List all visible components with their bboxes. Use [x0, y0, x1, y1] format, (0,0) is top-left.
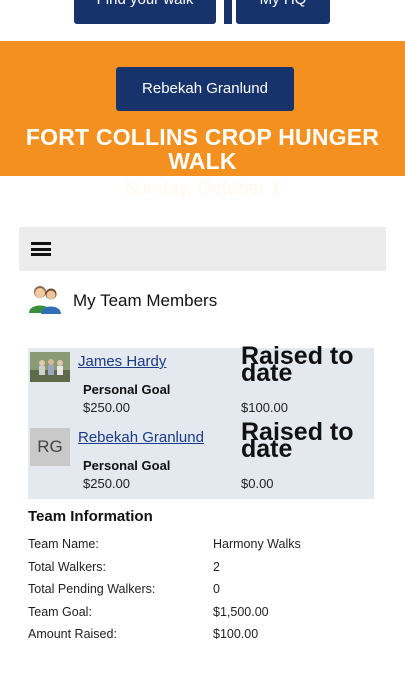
info-label: Total Walkers:: [28, 559, 107, 574]
member-avatar-initials: RG: [30, 428, 70, 466]
team-information-title: Team Information: [28, 508, 153, 525]
info-value: 2: [213, 559, 220, 574]
team-info-row: Total Walkers: 2: [28, 560, 378, 583]
raised-to-date-heading: Raised to date: [241, 418, 354, 463]
info-label: Team Name:: [28, 537, 99, 551]
personal-goal-value: $250.00: [83, 400, 130, 415]
find-your-walk-button[interactable]: Find your walk: [74, 0, 216, 24]
top-nav: Find your walk My HQ: [0, 0, 405, 42]
info-label: Amount Raised:: [28, 627, 117, 641]
team-members-header: My Team Members: [28, 283, 288, 317]
team-information-table: Team Name: Harmony Walks Total Walkers: …: [28, 537, 378, 650]
personal-goal-value: $250.00: [83, 476, 130, 491]
member-name-link[interactable]: Rebekah Granlund: [78, 429, 204, 446]
raised-value: $100.00: [241, 400, 288, 415]
info-label: Team Goal:: [28, 604, 92, 619]
member-card: James Hardy Raised to date Personal Goal…: [28, 342, 374, 422]
section-title: My Team Members: [73, 291, 218, 310]
info-value: Harmony Walks: [213, 537, 301, 551]
nav-separator: [224, 0, 232, 24]
team-members-list: James Hardy Raised to date Personal Goal…: [28, 342, 374, 499]
event-banner: Rebekah Granlund FORT COLLINS CROP HUNGE…: [0, 41, 405, 199]
team-info-row: Amount Raised: $100.00: [28, 627, 378, 650]
menu-bar: [19, 227, 386, 271]
team-info-row: Team Name: Harmony Walks: [28, 537, 378, 560]
my-hq-button[interactable]: My HQ: [236, 0, 330, 24]
raised-to-date-heading: Raised to date: [241, 342, 354, 387]
info-value: $1,500.00: [213, 604, 269, 619]
member-card: RG Rebekah Granlund Raised to date Perso…: [28, 418, 374, 498]
find-your-walk-label: Find your walk: [74, 0, 216, 8]
member-avatar-photo: [30, 352, 70, 382]
user-account-button[interactable]: Rebekah Granlund: [116, 67, 294, 111]
hamburger-menu-icon[interactable]: [31, 242, 51, 256]
raised-value: $0.00: [241, 476, 274, 491]
event-date: Sunday, October 1: [123, 178, 282, 199]
member-name-link[interactable]: James Hardy: [78, 353, 166, 370]
my-hq-label: My HQ: [236, 0, 330, 8]
info-label: Total Pending Walkers:: [28, 582, 156, 596]
team-info-row: Team Goal: $1,500.00: [28, 605, 378, 628]
team-info-row: Total Pending Walkers: 0: [28, 582, 378, 605]
personal-goal-label: Personal Goal: [83, 458, 171, 473]
info-value: 0: [213, 582, 220, 596]
team-people-icon: [29, 286, 61, 314]
info-value: $100.00: [213, 627, 259, 641]
event-title: FORT COLLINS CROP HUNGER WALK: [25, 124, 380, 174]
personal-goal-label: Personal Goal: [83, 382, 171, 397]
